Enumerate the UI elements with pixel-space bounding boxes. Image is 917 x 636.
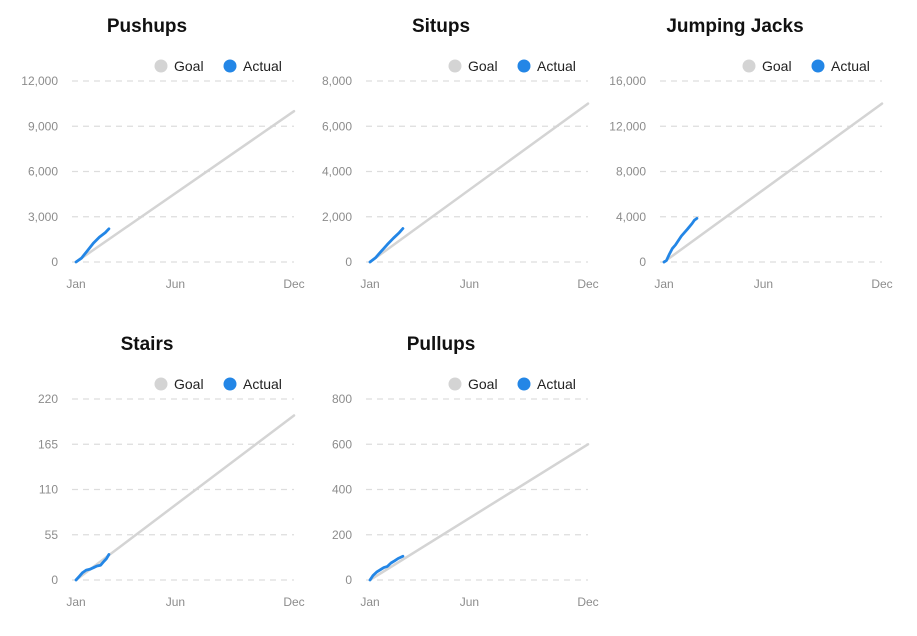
y-tick-label: 200 — [332, 528, 352, 542]
legend-marker — [811, 59, 825, 73]
y-tick-label: 4,000 — [616, 210, 646, 224]
legend-marker — [448, 59, 462, 73]
y-tick-label: 8,000 — [322, 74, 352, 88]
y-tick-label: 3,000 — [28, 210, 58, 224]
legend-label: Actual — [243, 58, 282, 74]
y-tick-label: 0 — [51, 573, 58, 587]
legend-label: Goal — [174, 58, 204, 74]
legend-label: Goal — [468, 58, 498, 74]
y-tick-label: 110 — [39, 483, 58, 497]
situps-panel: Situps 0 2,000 4,000 6,000 8,000 Jan Jun Dec Goa… — [294, 0, 599, 318]
y-tick-label: 800 — [332, 392, 352, 406]
goal-line — [74, 109, 296, 264]
y-tick-label: 8,000 — [616, 165, 646, 179]
pushups-panel: Pushups 0 3,000 6,000 9,000 12,000 Jan Jun Dec G… — [0, 0, 304, 318]
goal-line — [662, 102, 884, 264]
actual-line — [74, 227, 111, 264]
x-tick-label: Jun — [166, 277, 185, 291]
y-tick-label: 400 — [332, 483, 352, 497]
charts-grid: Pushups 0 3,000 6,000 9,000 12,000 Jan Jun Dec G… — [0, 0, 917, 636]
legend-marker — [154, 59, 168, 73]
y-tick-label: 0 — [51, 255, 58, 269]
legend-marker — [223, 377, 237, 391]
goal-line — [368, 443, 590, 582]
goal-line — [368, 102, 590, 264]
stairs-chart: 055110165220Jan Jun DecGoal Actual — [38, 376, 305, 609]
stairs-panel: Stairs 0 55 110 165 220 Jan Jun Dec Goal Actual — [0, 318, 305, 636]
y-tick-label: 55 — [45, 528, 59, 542]
jumping-jacks-panel: Jumping Jacks 0 4,000 8,000 12,000 16,000 Jan… — [588, 0, 892, 318]
y-tick-label: 6,000 — [28, 165, 58, 179]
x-tick-label: Dec — [577, 595, 598, 609]
y-tick-label: 165 — [38, 437, 58, 451]
x-tick-label: Jan — [66, 277, 85, 291]
x-tick-label: Jan — [654, 277, 673, 291]
y-tick-label: 0 — [345, 255, 352, 269]
legend-marker — [517, 59, 531, 73]
pullups-chart: 0 200 400 600 800 Jan Jun Dec Goal Actual — [332, 376, 599, 609]
legend-label: Actual — [537, 58, 576, 74]
legend-label: Goal — [174, 376, 204, 392]
y-tick-label: 2,000 — [322, 210, 352, 224]
x-tick-label: Jun — [166, 595, 185, 609]
x-tick-label: Jun — [754, 277, 773, 291]
legend-label: Actual — [243, 376, 282, 392]
legend-marker — [154, 377, 168, 391]
x-tick-label: Jan — [66, 595, 85, 609]
legend-label: Actual — [831, 58, 870, 74]
y-tick-label: 12,000 — [21, 74, 58, 88]
y-tick-label: 12,000 — [609, 119, 646, 133]
jumping-jacks-chart: 0 4,000 8,000 12,000 16,000 Jan Jun Dec Goal Actu… — [609, 58, 892, 291]
y-tick-label: 0 — [639, 255, 646, 269]
legend-label: Goal — [468, 376, 498, 392]
y-tick-label: 9,000 — [28, 119, 58, 133]
y-tick-label: 16,000 — [609, 74, 646, 88]
legend-marker — [517, 377, 531, 391]
y-tick-label: 6,000 — [322, 119, 352, 133]
situps-chart: 02,0004,0006,0008,000Jan Jun DecGoal Actual — [322, 58, 599, 291]
y-tick-label: 220 — [38, 392, 58, 406]
actual-line — [368, 227, 405, 264]
legend-marker — [448, 377, 462, 391]
y-tick-label: 600 — [332, 437, 352, 451]
x-tick-label: Jan — [360, 595, 379, 609]
legend-label: Goal — [762, 58, 792, 74]
pushups-chart: 03,0006,0009,00012,000Jan Jun DecGoal Actua… — [21, 58, 304, 291]
y-tick-label: 4,000 — [322, 165, 352, 179]
pullups-panel: Pullups 0 200 400 600 800 Jan Jun Dec Goal Actual — [294, 318, 599, 636]
legend-label: Actual — [537, 376, 576, 392]
x-tick-label: Dec — [871, 277, 892, 291]
legend-marker — [223, 59, 237, 73]
x-tick-label: Jun — [460, 277, 479, 291]
legend-marker — [742, 59, 756, 73]
x-tick-label: Jun — [460, 595, 479, 609]
x-tick-label: Jan — [360, 277, 379, 291]
y-tick-label: 0 — [345, 573, 352, 587]
